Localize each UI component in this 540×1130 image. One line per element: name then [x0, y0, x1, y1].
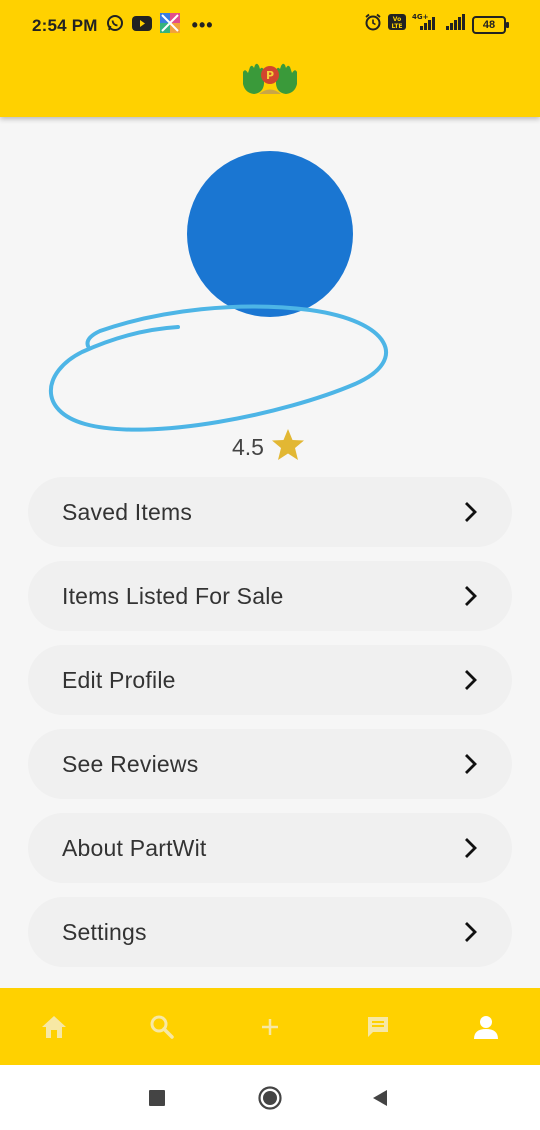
- nav-add[interactable]: [240, 997, 300, 1057]
- bottom-nav: [0, 988, 540, 1065]
- recents-icon: [149, 1090, 165, 1106]
- status-bar: 2:54 PM ••• Vo LTE 4G+ 48: [0, 0, 540, 48]
- menu-item-about-partwit[interactable]: About PartWit: [28, 813, 512, 883]
- signal-icon: 4G+: [412, 13, 438, 36]
- more-dots-icon: •••: [191, 15, 214, 35]
- alarm-icon: [364, 13, 382, 36]
- menu-item-label: Items Listed For Sale: [62, 582, 284, 609]
- name-scribble: [48, 304, 388, 432]
- top-bar: 2:54 PM ••• Vo LTE 4G+ 48 P: [0, 0, 540, 117]
- profile-menu: Saved Items Items Listed For Sale Edit P…: [28, 477, 512, 981]
- menu-item-label: Saved Items: [62, 498, 193, 525]
- add-icon: [262, 1018, 278, 1035]
- menu-item-label: About PartWit: [62, 834, 207, 861]
- volte-icon: Vo LTE: [388, 13, 406, 36]
- menu-item-see-reviews[interactable]: See Reviews: [28, 729, 512, 799]
- status-time: 2:54 PM: [32, 15, 98, 35]
- nav-search[interactable]: [132, 997, 192, 1057]
- profile-icon: [474, 1015, 498, 1039]
- menu-item-label: Settings: [62, 918, 147, 945]
- nav-home[interactable]: [24, 997, 84, 1057]
- chevron-right-icon: [465, 586, 477, 606]
- chevron-right-icon: [465, 502, 477, 522]
- star-icon: [270, 428, 306, 467]
- youtube-icon: [131, 15, 152, 36]
- chevron-right-icon: [465, 922, 477, 942]
- menu-item-settings[interactable]: Settings: [28, 897, 512, 967]
- menu-item-label: Edit Profile: [62, 666, 176, 693]
- chevron-right-icon: [465, 838, 477, 858]
- menu-item-items-listed-for-sale[interactable]: Items Listed For Sale: [28, 561, 512, 631]
- svg-text:LTE: LTE: [391, 23, 402, 30]
- battery-icon: 48: [472, 15, 509, 34]
- svg-text:P: P: [266, 69, 274, 82]
- svg-text:4G+: 4G+: [412, 13, 429, 21]
- chevron-right-icon: [465, 670, 477, 690]
- recents-button[interactable]: [148, 1089, 166, 1107]
- search-icon: [150, 1015, 174, 1039]
- menu-item-saved-items[interactable]: Saved Items: [28, 477, 512, 547]
- system-home-button[interactable]: [258, 1086, 282, 1110]
- avatar[interactable]: [187, 151, 353, 317]
- back-button[interactable]: [371, 1089, 389, 1107]
- nav-chat[interactable]: [348, 997, 408, 1057]
- svg-text:Vo: Vo: [393, 16, 401, 23]
- menu-item-edit-profile[interactable]: Edit Profile: [28, 645, 512, 715]
- chevron-right-icon: [465, 754, 477, 774]
- home-icon: [258, 1086, 282, 1110]
- rating-value: 4.5: [232, 434, 264, 460]
- partwit-hands-logo: P: [239, 60, 301, 98]
- whatsapp-icon: [106, 14, 124, 37]
- menu-item-label: See Reviews: [62, 750, 199, 777]
- app-icon: [159, 13, 180, 38]
- rating: 4.5: [232, 428, 306, 467]
- chat-icon: [368, 1016, 388, 1037]
- system-nav-bar: [0, 1065, 540, 1130]
- back-icon: [373, 1090, 387, 1106]
- nav-profile[interactable]: [456, 997, 516, 1057]
- signal-icon: [444, 13, 466, 36]
- home-icon: [42, 1015, 66, 1038]
